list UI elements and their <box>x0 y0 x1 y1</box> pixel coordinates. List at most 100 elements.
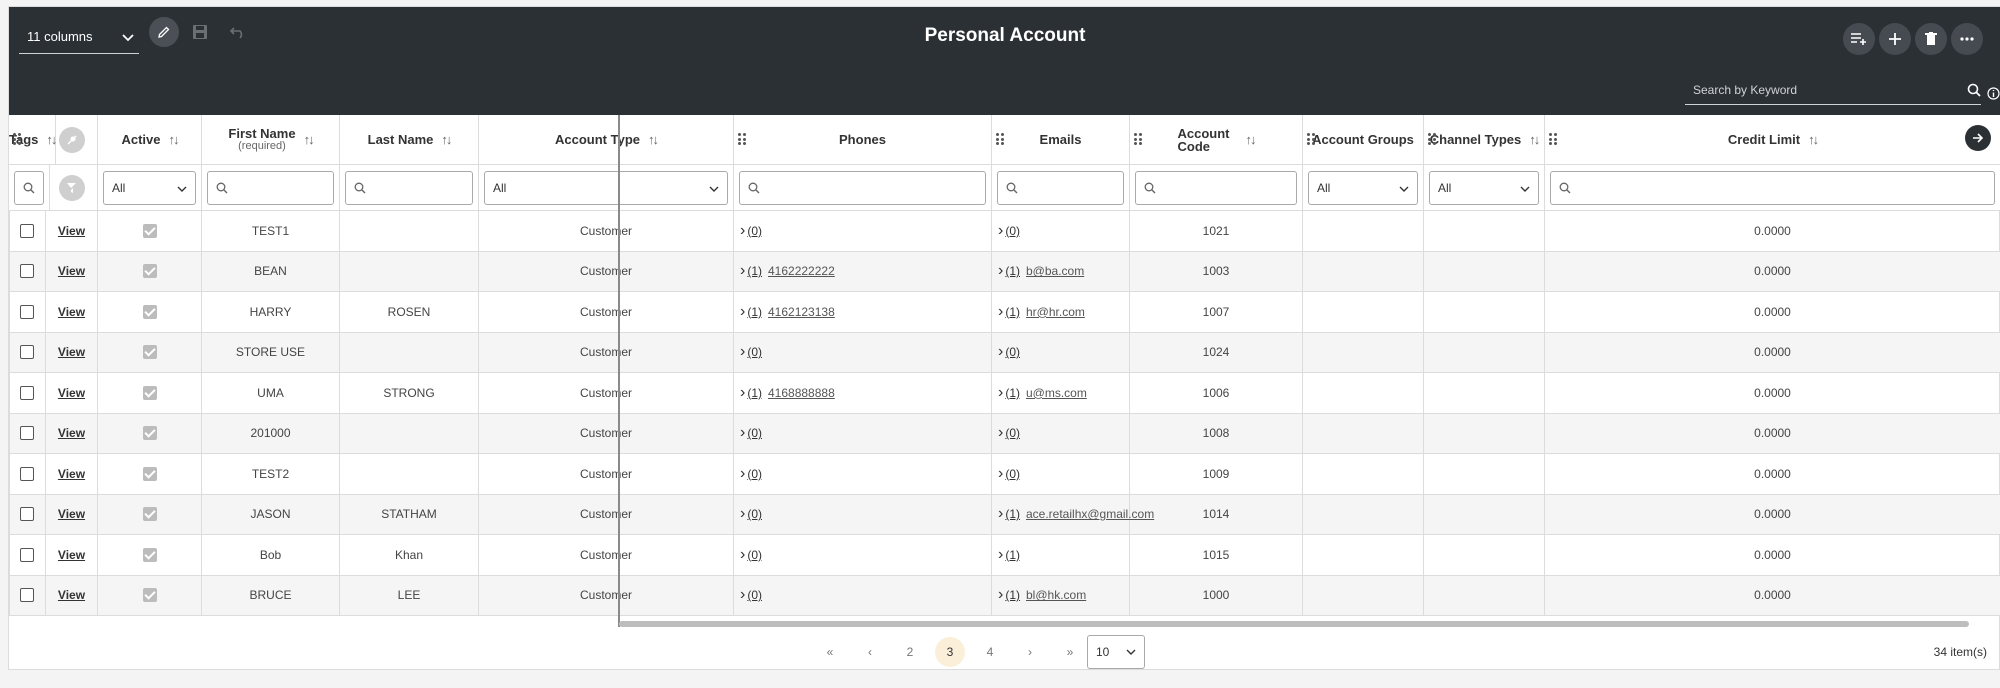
page-button[interactable]: 4 <box>975 637 1005 667</box>
prev-page-button[interactable]: ‹ <box>855 637 885 667</box>
chevron-right-icon[interactable]: › <box>740 262 745 280</box>
row-checkbox[interactable] <box>20 304 34 319</box>
column-header-phones[interactable]: Phones <box>734 115 992 165</box>
chevron-right-icon[interactable]: › <box>740 505 745 523</box>
chevron-right-icon[interactable]: › <box>998 505 1003 523</box>
row-checkbox[interactable] <box>20 588 34 603</box>
more-button[interactable] <box>1951 23 1983 55</box>
filter-input-phones[interactable] <box>739 170 986 205</box>
email-value[interactable]: bl@hk.com <box>1026 588 1086 602</box>
phone-value[interactable]: 4168888888 <box>768 386 835 400</box>
phone-count[interactable]: (1) <box>747 386 762 400</box>
sort-icon[interactable]: ↑↓ <box>1529 132 1540 147</box>
column-header-last_name[interactable]: Last Name ↑↓ <box>340 115 479 165</box>
column-header-active[interactable]: Active ↑↓ <box>98 115 202 165</box>
row-checkbox[interactable] <box>20 466 34 481</box>
email-value[interactable]: hr@hr.com <box>1026 305 1085 319</box>
table-row[interactable]: View TEST2 Customer › (0) › (0) 1009 0.0000 <box>9 454 2000 495</box>
drag-handle-icon[interactable] <box>1428 133 1436 145</box>
chevron-right-icon[interactable]: › <box>740 384 745 402</box>
drag-handle-icon[interactable] <box>1134 133 1142 145</box>
email-count[interactable]: (1) <box>1005 588 1020 602</box>
email-count[interactable]: (1) <box>1005 386 1020 400</box>
table-row[interactable]: View JASON STATHAM Customer › (0) › (1) ace.reta… <box>9 494 2000 535</box>
add-button[interactable] <box>1879 23 1911 55</box>
table-row[interactable]: View UMA STRONG Customer › (1) 4168888888 › (1) u… <box>9 373 2000 414</box>
chevron-right-icon[interactable]: › <box>740 424 745 442</box>
chevron-right-icon[interactable]: › <box>740 465 745 483</box>
last-page-button[interactable]: » <box>1055 637 1085 667</box>
view-link[interactable]: View <box>58 264 85 278</box>
chevron-right-icon[interactable]: › <box>998 546 1003 564</box>
chevron-right-icon[interactable]: › <box>998 586 1003 604</box>
email-value[interactable]: b@ba.com <box>1026 264 1084 278</box>
sort-icon[interactable]: ↑↓ <box>169 132 180 147</box>
search-icon[interactable] <box>1967 83 1981 97</box>
column-header-tags[interactable]: Tags ↑↓ <box>9 115 57 165</box>
chevron-right-icon[interactable]: › <box>740 303 745 321</box>
email-count[interactable]: (1) <box>1005 264 1020 278</box>
sort-icon[interactable]: ↑↓ <box>304 132 315 147</box>
add-row-button[interactable] <box>1843 23 1875 55</box>
next-page-button[interactable]: › <box>1015 637 1045 667</box>
email-value[interactable]: u@ms.com <box>1026 386 1087 400</box>
sort-icon[interactable]: ↑↓ <box>1808 132 1819 147</box>
email-count[interactable]: (0) <box>1005 467 1020 481</box>
sort-icon[interactable]: ↑↓ <box>441 132 452 147</box>
table-row[interactable]: View BRUCE LEE Customer › (0) › (1) bl@hk.com 100… <box>9 575 2000 616</box>
table-row[interactable]: View Bob Khan Customer › (0) › (1) 1015 0.0000 <box>9 535 2000 576</box>
table-row[interactable]: View STORE USE Customer › (0) › (0) 1024 0.0000 <box>9 332 2000 373</box>
table-row[interactable]: View HARRY ROSEN Customer › (1) 4162123138 › (1)… <box>9 292 2000 333</box>
sort-icon[interactable]: ↑↓ <box>648 132 659 147</box>
email-count[interactable]: (1) <box>1005 305 1020 319</box>
filter-input-tags[interactable] <box>14 170 44 205</box>
column-header-credit_limit[interactable]: Credit Limit ↑↓ <box>1545 115 2000 165</box>
phone-value[interactable]: 4162123138 <box>768 305 835 319</box>
phone-count[interactable]: (0) <box>747 467 762 481</box>
filter-select-channel_types[interactable]: All <box>1429 170 1539 205</box>
sort-icon[interactable]: ↑↓ <box>46 132 57 147</box>
filter-input-first_name[interactable] <box>207 170 334 205</box>
search-input[interactable] <box>1685 82 1967 97</box>
row-checkbox[interactable] <box>20 385 34 400</box>
email-count[interactable]: (1) <box>1005 507 1020 521</box>
view-link[interactable]: View <box>58 507 85 521</box>
view-link[interactable]: View <box>58 345 85 359</box>
filter-select-active[interactable]: All <box>103 170 196 205</box>
chevron-right-icon[interactable]: › <box>998 262 1003 280</box>
phone-value[interactable]: 4162222222 <box>768 264 835 278</box>
chevron-right-icon[interactable]: › <box>998 343 1003 361</box>
filter-input-last_name[interactable] <box>345 170 473 205</box>
page-size-select[interactable]: 10 <box>1087 635 1145 669</box>
column-header-channel_types[interactable]: Channel Types ↑↓ <box>1424 115 1545 165</box>
view-link[interactable]: View <box>58 426 85 440</box>
chevron-right-icon[interactable]: › <box>998 384 1003 402</box>
chevron-right-icon[interactable]: › <box>998 465 1003 483</box>
column-header-account_type[interactable]: Account Type ↑↓ <box>479 115 734 165</box>
column-header-emails[interactable]: Emails <box>992 115 1130 165</box>
phone-count[interactable]: (0) <box>747 548 762 562</box>
drag-handle-icon[interactable] <box>13 133 21 145</box>
row-checkbox[interactable] <box>20 507 34 522</box>
view-link[interactable]: View <box>58 467 85 481</box>
filter-input-credit_limit[interactable] <box>1550 170 1995 205</box>
page-button[interactable]: 2 <box>895 637 925 667</box>
scroll-right-button[interactable] <box>1965 125 1991 151</box>
phone-count[interactable]: (0) <box>747 345 762 359</box>
filter-select-account_groups[interactable]: All <box>1308 170 1418 205</box>
page-button-current[interactable]: 3 <box>935 637 965 667</box>
phone-count[interactable]: (1) <box>747 305 762 319</box>
view-link[interactable]: View <box>58 548 85 562</box>
phone-count[interactable]: (0) <box>747 507 762 521</box>
chevron-right-icon[interactable]: › <box>740 546 745 564</box>
email-count[interactable]: (0) <box>1005 224 1020 238</box>
table-row[interactable]: View TEST1 Customer › (0) › (0) 1021 0.0000 <box>9 211 2000 252</box>
email-count[interactable]: (0) <box>1005 345 1020 359</box>
delete-button[interactable] <box>1915 23 1947 55</box>
chevron-right-icon[interactable]: › <box>740 222 745 240</box>
column-header-account_code[interactable]: Account Code ↑↓ <box>1130 115 1303 165</box>
row-checkbox[interactable] <box>20 547 34 562</box>
chevron-right-icon[interactable]: › <box>998 303 1003 321</box>
filter-input-account_code[interactable] <box>1135 170 1297 205</box>
row-checkbox[interactable] <box>20 345 34 360</box>
